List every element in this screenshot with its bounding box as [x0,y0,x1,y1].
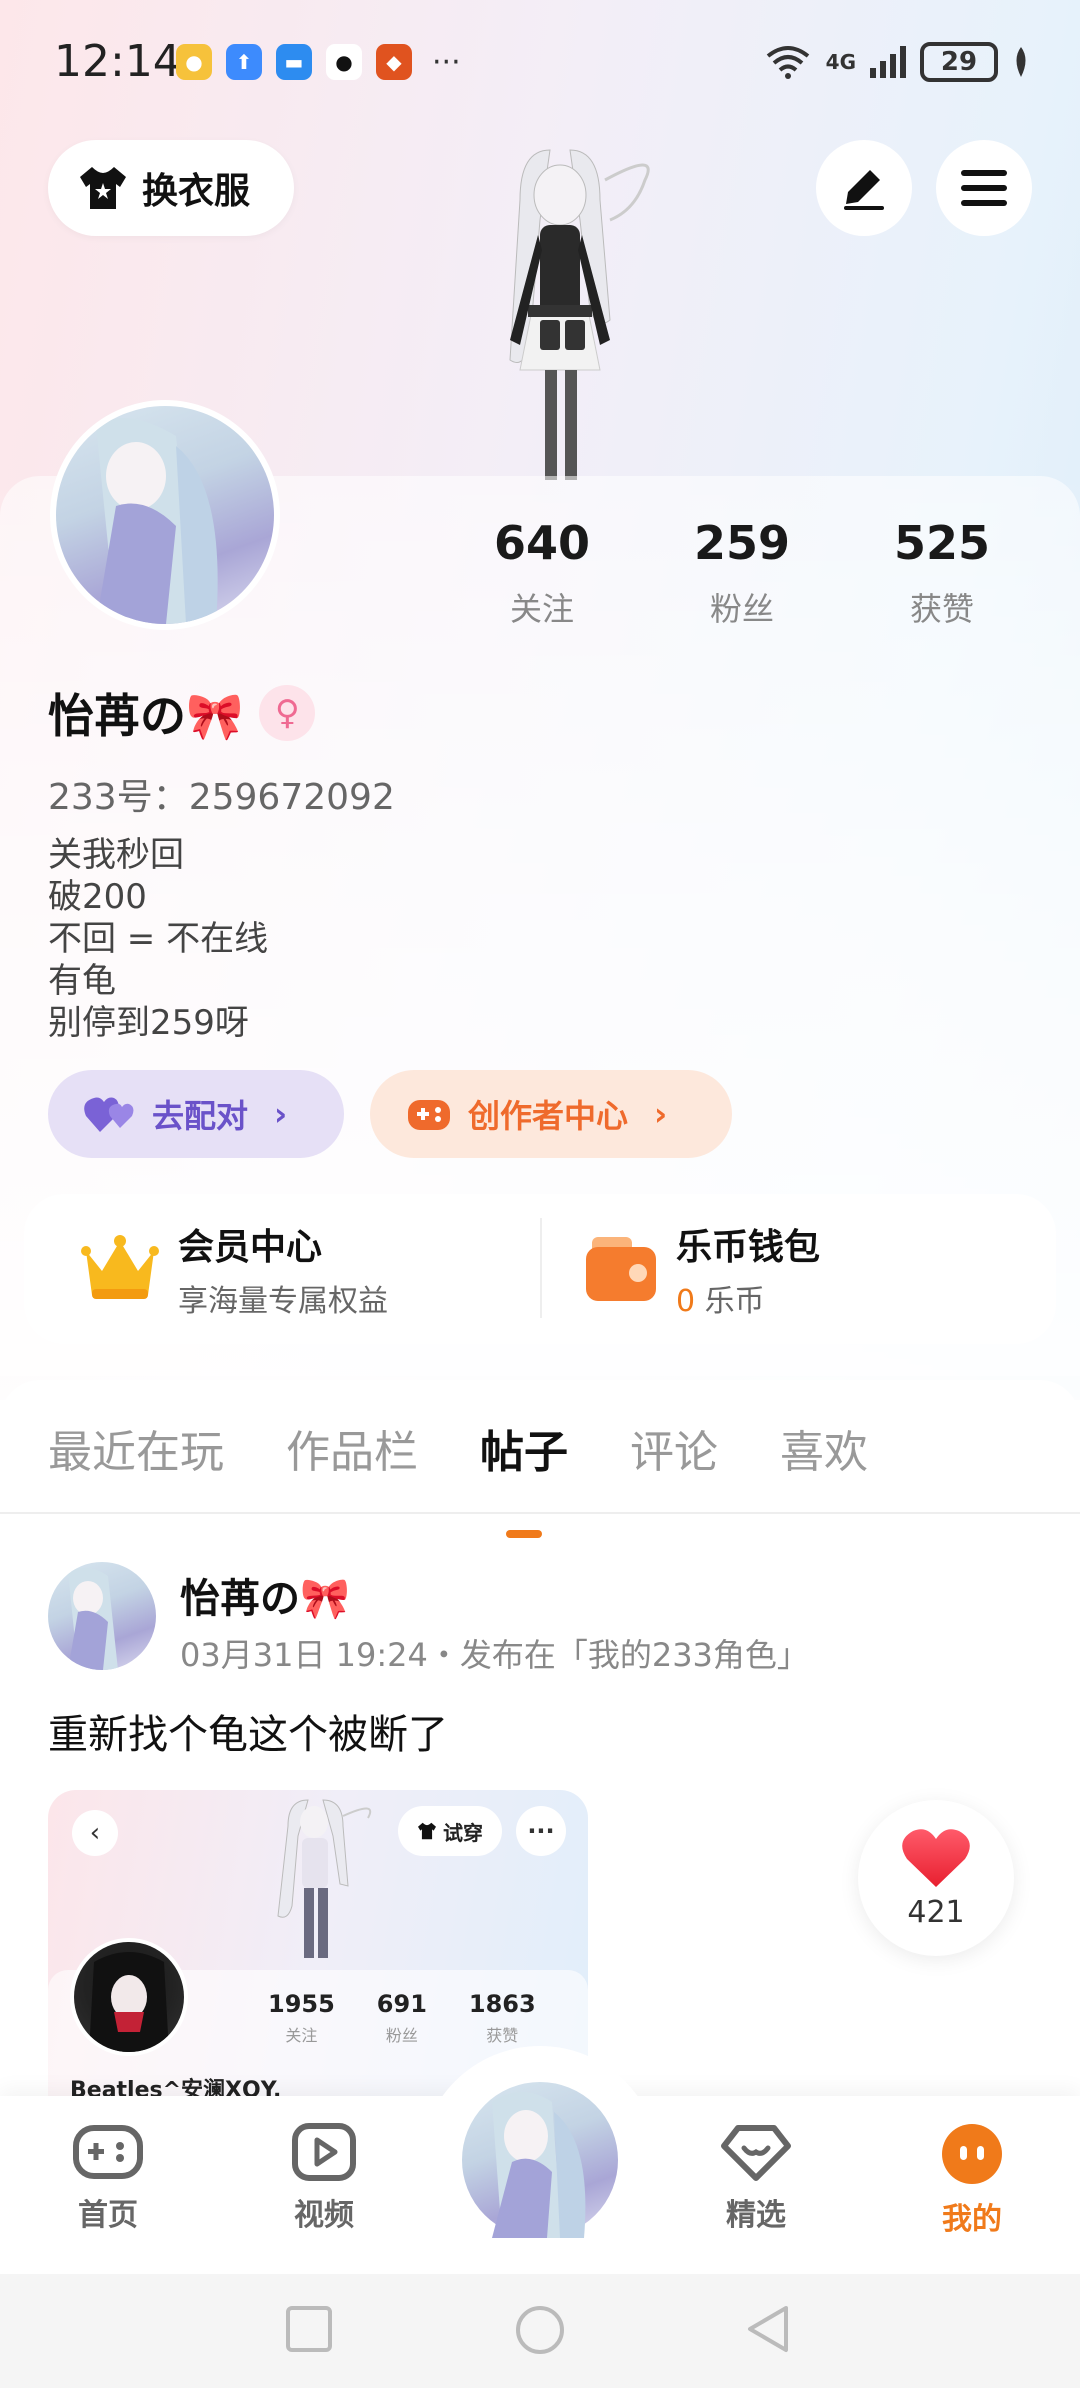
stat-likes[interactable]: 525 获赞 [842,516,1042,630]
tab-recently-played[interactable]: 最近在玩 [48,1416,224,1480]
message-notification-icon: ▬ [276,44,312,80]
nav-featured-label: 精选 [726,2198,786,2233]
bio-line: 有龟 [48,961,116,1001]
creator-label: 创作者中心 [468,1097,629,1135]
pen-icon [844,170,884,210]
member-wallet-card: 会员中心 享海量专属权益 乐币钱包 0 乐币 [24,1194,1056,1344]
like-count: 421 [907,1894,965,1930]
gamepad-icon [73,2125,143,2179]
wallet-icon [586,1237,656,1301]
status-time: 12:14 [54,36,181,87]
embedded-stats: 1955 关注 691 粉丝 1863 获赞 [268,1990,536,2045]
vip-center-entry[interactable]: 会员中心 享海量专属权益 [80,1194,388,1344]
qq-notification-icon: ● [326,44,362,80]
network-type: 4G [825,50,856,74]
tab-works[interactable]: 作品栏 [286,1416,418,1480]
embedded-back-icon: ‹ [72,1810,118,1856]
change-outfit-label: 换衣服 [142,171,251,212]
status-bar: 12:14 ● ⬆ ▬ ● ◆ ··· 4G 29 [0,0,1080,130]
bio-line: 别停到259呀 [48,1003,249,1043]
face-icon [942,2124,1002,2184]
signal-icon [870,46,906,78]
embedded-more-icon: ··· [516,1806,566,1856]
username: 怡苒の🎀 [48,689,244,743]
match-button[interactable]: 去配对 › [48,1070,344,1158]
heart-gem-icon [721,2125,791,2181]
embedded-avatar [70,1938,188,2056]
wallet-title: 乐币钱包 [676,1227,821,1268]
embedded-character [277,1799,372,1958]
username-row: 怡苒の🎀 ♀ [48,680,316,746]
gamepad-icon [408,1100,450,1130]
recent-apps-icon[interactable] [284,2304,334,2354]
more-notifications-icon: ··· [432,44,461,80]
bio-line: 不回 = 不在线 [48,919,269,959]
tab-likes[interactable]: 喜欢 [780,1416,868,1480]
nav-video[interactable]: 视频 [254,2122,394,2234]
app-notification-icon: ● [176,44,212,80]
profile-avatar[interactable] [50,400,280,630]
tab-posts[interactable]: 帖子 [480,1416,568,1480]
edit-profile-button[interactable] [816,140,912,236]
double-heart-icon [84,1097,134,1132]
profile-tabs: 最近在玩 作品栏 帖子 评论 喜欢 [48,1416,868,1480]
post-author-avatar[interactable] [48,1562,156,1670]
vip-subtitle: 享海量专属权益 [178,1284,388,1319]
embedded-try-on: 试穿 [398,1806,502,1856]
divider [540,1218,542,1318]
bio-line: 关我秒回 [48,835,184,875]
change-outfit-button[interactable]: 换衣服 [48,140,294,236]
avatar-character [430,140,690,480]
tshirt-icon [80,167,126,209]
stat-following[interactable]: 640 关注 [442,516,642,630]
nav-featured[interactable]: 精选 [686,2122,826,2234]
tab-divider [0,1512,1080,1514]
tab-comments[interactable]: 评论 [630,1416,718,1480]
chevron-right-icon: › [274,1095,288,1133]
battery-icon: 29 [920,42,998,82]
user-id[interactable]: 233号：259672092 [48,768,395,820]
nav-home[interactable]: 首页 [38,2122,178,2234]
status-right: 4G 29 [764,42,1030,82]
post-author-name[interactable]: 怡苒の🎀 [180,1566,350,1624]
chevron-right-icon: › [654,1095,668,1133]
wifi-icon [766,46,809,79]
wallet-balance: 0 乐币 [676,1284,765,1319]
system-navigation-bar [0,2274,1080,2388]
redpacket-notification-icon: ◆ [376,44,412,80]
hamburger-menu-icon [961,170,1007,206]
creator-center-button[interactable]: 创作者中心 › [370,1070,732,1158]
nav-mine-label: 我的 [942,2202,1002,2237]
nav-video-label: 视频 [294,2198,354,2233]
leaf-icon [1016,47,1026,77]
upload-notification-icon: ⬆ [226,44,262,80]
menu-button[interactable] [936,140,1032,236]
crown-icon [81,1235,159,1299]
wallet-entry[interactable]: 乐币钱包 0 乐币 [584,1194,820,1344]
stat-followers[interactable]: 259 粉丝 [642,516,842,630]
post-meta: 03月31日 19:24・发布在「我的233角色」 [180,1636,809,1674]
heart-icon [902,1828,970,1887]
vip-title: 会员中心 [178,1227,323,1268]
female-gender-icon: ♀ [259,685,316,741]
post-text[interactable]: 重新找个龟这个被断了 [48,1702,448,1760]
video-play-icon [292,2123,356,2181]
notification-icons: ● ⬆ ▬ ● ◆ ··· [176,44,461,80]
nav-mine[interactable]: 我的 [902,2122,1042,2238]
avatar-image [96,418,218,624]
back-icon[interactable] [744,2304,794,2354]
nav-center-avatar[interactable] [456,2076,624,2244]
nav-home-label: 首页 [78,2198,138,2233]
home-icon[interactable] [514,2304,566,2356]
bio: 关我秒回 破200 不回 = 不在线 有龟 别停到259呀 [48,834,268,1044]
match-label: 去配对 [152,1097,249,1135]
profile-stats: 640 关注 259 粉丝 525 获赞 [470,516,1070,630]
like-button[interactable]: 421 [858,1800,1014,1956]
tshirt-icon [418,1822,436,1840]
bio-line: 破200 [48,877,147,917]
